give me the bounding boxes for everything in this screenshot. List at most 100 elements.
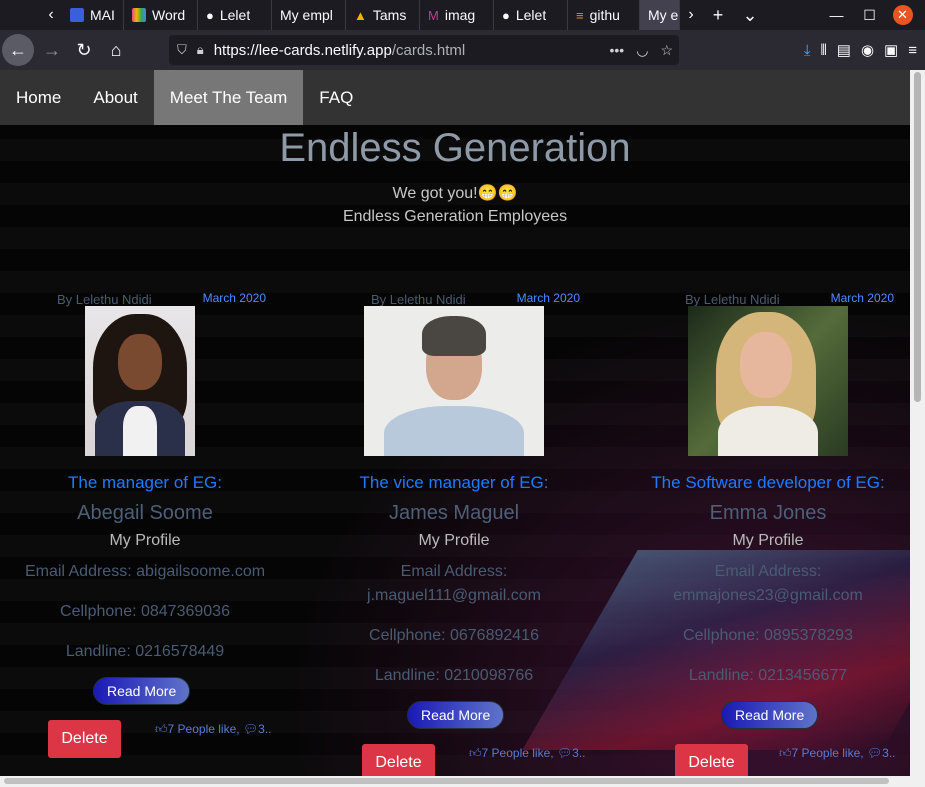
page-title: Endless Generation [279,126,631,170]
tab-label: imag [444,7,476,23]
page-subtitle: Endless Generation Employees [342,208,568,225]
thumbs-up-icon[interactable]: 👍︎ [779,746,792,760]
likes-count: 7 People like, [791,746,867,760]
delete-button[interactable]: Delete [362,744,435,777]
card-landline: Landline: 0213456677 [688,667,848,684]
card-cellphone: Cellphone: 0676892416 [369,627,539,644]
toolbar-icons: ⤓ ⫴ ▤ ◉ ▣ ≡ [804,30,917,70]
card-email-label: Email Address: [714,563,822,580]
nav-home[interactable]: Home [0,70,77,125]
tab-label: Lelet [515,7,547,23]
maximize-icon[interactable]: ☐ [853,0,886,30]
card-email: Email Address: abigailsoome.com [24,563,266,580]
employee-photo [688,306,848,456]
tabs-scroll-left-icon[interactable]: ‹ [40,0,62,30]
tab-favicon-icon [132,8,146,22]
employee-card: By Lelethu Ndidi March 2020 The vice man… [309,291,599,777]
new-tab-icon[interactable]: + [702,0,734,30]
employee-card: By Lelethu Ndidi March 2020 The manager … [0,291,290,772]
card-author: By Lelethu Ndidi [57,292,152,307]
horizontal-scrollbar[interactable] [0,776,910,787]
read-more-button[interactable]: Read More [721,701,819,729]
close-window-button[interactable]: ✕ [886,0,919,30]
lock-icon[interactable]: 🔒︎ [197,42,204,58]
extensions-icon[interactable]: ▣ [884,41,898,59]
card-date: March 2020 [830,291,894,305]
url-bar[interactable]: ⛉ 🔒︎ https://lee-cards.netlify.app/cards… [169,35,679,65]
tab-label: My e [648,7,679,23]
menu-icon[interactable]: ≡ [908,42,917,59]
employee-card: By Lelethu Ndidi March 2020 The Software… [623,291,910,777]
card-email: emmajones23@gmail.com [673,587,863,604]
browser-tab[interactable]: ≡ githu [568,0,640,30]
browser-tab[interactable]: Word [124,0,198,30]
likes-count: 7 People like, [481,746,557,760]
page-tagline: We got you!😁😁 [392,185,518,202]
comments-count: 3.. [258,722,272,736]
delete-button[interactable]: Delete [675,744,748,777]
thumbs-up-icon[interactable]: 👍︎ [155,722,168,736]
nav-about[interactable]: About [77,70,153,125]
browser-tab[interactable]: M imag [420,0,494,30]
thumbs-up-icon[interactable]: 👍︎ [469,746,482,760]
downloads-icon[interactable]: ⤓ [804,42,811,59]
browser-nav-bar: ← → ↻ ⌂ ⛉ 🔒︎ https://lee-cards.netlify.a… [0,30,925,70]
library-icon[interactable]: ⫴ [820,42,826,59]
tab-label: Lelet [219,7,251,23]
site-navbar: Home About Meet The Team FAQ [0,70,910,125]
scrollbar-thumb[interactable] [4,778,889,784]
card-name: James Maguel [388,502,520,524]
card-date: March 2020 [516,291,580,305]
tab-label: Word [152,7,186,23]
browser-tab[interactable]: ▲ Tams [346,0,420,30]
card-author: By Lelethu Ndidi [371,292,466,307]
nav-meet-the-team[interactable]: Meet The Team [153,70,304,125]
tab-label: My empl [280,7,333,23]
reload-button[interactable]: ↻ [68,34,100,66]
browser-tab[interactable]: ● Lelet [198,0,272,30]
comment-icon[interactable]: 💬︎ [867,746,882,760]
card-email-label: Email Address: [400,563,508,580]
bookmark-star-icon[interactable]: ☆ [660,42,673,59]
home-button[interactable]: ⌂ [100,34,132,66]
read-more-button[interactable]: Read More [407,701,505,729]
comment-icon[interactable]: 💬︎ [243,722,258,736]
tab-label: Tams [372,7,407,23]
page-actions-icon[interactable]: ••• [610,42,625,59]
delete-button[interactable]: Delete [48,720,121,758]
card-author: By Lelethu Ndidi [685,292,780,307]
browser-tab-active[interactable]: My e [640,0,680,30]
card-date: March 2020 [202,291,266,305]
sidebar-icon[interactable]: ▤ [837,41,851,59]
shield-icon[interactable]: ⛉ [177,42,187,58]
employee-photo [85,306,195,456]
account-icon[interactable]: ◉ [861,41,874,59]
employee-photo [364,306,544,456]
forward-button[interactable]: → [36,34,68,66]
card-profile-label: My Profile [109,532,181,549]
card-name: Abegail Soome [77,502,213,524]
list-all-tabs-icon[interactable]: ⌄ [734,0,766,30]
card-likes: 👍︎7 People like, 💬︎3.. [155,722,272,737]
read-more-button[interactable]: Read More [93,677,191,705]
pocket-icon[interactable]: ◡ [636,42,648,59]
vertical-scrollbar[interactable] [910,70,925,787]
browser-tab[interactable]: My empl [272,0,346,30]
google-drive-icon: ▲ [354,7,367,23]
card-role: The Software developer of EG: [651,473,885,492]
minimize-icon[interactable]: — [820,0,853,30]
gmail-icon: M [428,7,439,23]
back-button[interactable]: ← [2,34,34,66]
window-controls: — ☐ ✕ [820,0,919,30]
browser-tab[interactable]: ● Lelet [494,0,568,30]
tab-favicon-icon [70,8,84,22]
card-landline: Landline: 0216578449 [65,643,225,660]
nav-faq[interactable]: FAQ [303,70,369,125]
card-cellphone: Cellphone: 0895378293 [683,627,853,644]
comment-icon[interactable]: 💬︎ [557,746,572,760]
scrollbar-thumb[interactable] [914,72,921,402]
card-name: Emma Jones [709,502,827,524]
tabs-scroll-right-icon[interactable]: › [680,0,702,30]
card-likes: 👍︎7 People like, 💬︎3.. [469,746,586,761]
browser-tab[interactable]: MAIN [62,0,124,30]
